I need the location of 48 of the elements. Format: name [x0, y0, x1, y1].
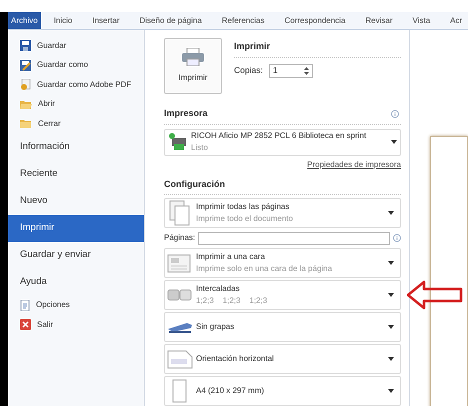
- pages-label: Páginas:: [164, 232, 196, 244]
- sidebar-command[interactable]: Opciones: [8, 296, 144, 315]
- ribbon-tab[interactable]: Inicio: [54, 12, 72, 29]
- sidebar-command[interactable]: Salir: [8, 315, 144, 334]
- print-heading: Imprimir: [234, 40, 272, 53]
- setting-subtitle: 1;2;3 1;2;3 1;2;3: [196, 295, 268, 307]
- setting-dropdown[interactable]: Intercaladas 1;2;3 1;2;3 1;2;3: [164, 280, 401, 310]
- ribbon-tab[interactable]: Vista: [412, 12, 430, 29]
- setting-dropdown[interactable]: Sin grapas: [164, 312, 401, 342]
- sidebar-section[interactable]: Ayuda: [8, 268, 144, 296]
- ribbon-tab[interactable]: Acr: [450, 12, 462, 29]
- printer-name: RICOH Aficio MP 2852 PCL 6 Biblioteca en sprint: [191, 130, 368, 142]
- printer-status: Listo: [191, 142, 209, 154]
- setting-title: Orientación horizontal: [196, 353, 275, 365]
- ribbon-tab[interactable]: Diseño de página: [140, 12, 202, 29]
- printer-properties-link[interactable]: Propiedades de impresora: [307, 158, 401, 170]
- printer-heading: Impresora: [164, 107, 208, 120]
- ribbon-tab[interactable]: Correspondencia: [284, 12, 346, 29]
- ribbon-tab[interactable]: Insertar: [92, 12, 120, 29]
- ribbon-tab[interactable]: Referencias: [222, 12, 264, 29]
- sidebar-command[interactable]: Cerrar: [8, 114, 144, 134]
- setting-dropdown[interactable]: A4 (210 x 297 mm): [164, 376, 401, 406]
- sidebar-section[interactable]: Información: [8, 134, 144, 160]
- sidebar-section[interactable]: Nuevo: [8, 188, 144, 214]
- setting-title: Imprimir todas las páginas: [196, 201, 290, 213]
- ribbon-tab[interactable]: Archivo: [8, 12, 41, 29]
- sidebar-command[interactable]: Guardar como Adobe PDF: [8, 75, 144, 94]
- copies-label: Copias:: [234, 64, 263, 77]
- setting-dropdown[interactable]: Imprimir a una cara Imprime solo en una cara de la página: [164, 248, 401, 278]
- sidebar-command[interactable]: Guardar como: [8, 56, 144, 75]
- setting-subtitle: Imprime todo el documento: [196, 213, 294, 225]
- ribbon-tab[interactable]: Revisar: [365, 12, 393, 29]
- settings-heading: Configuración: [164, 178, 226, 191]
- print-button[interactable]: Imprimir: [164, 38, 222, 94]
- setting-dropdown[interactable]: Imprimir todas las páginas Imprime todo el documento: [164, 198, 401, 228]
- setting-title: Sin grapas: [196, 321, 236, 333]
- printer-dropdown[interactable]: RICOH Aficio MP 2852 PCL 6 Biblioteca en sprint Listo: [164, 128, 401, 156]
- setting-title: Intercaladas: [196, 283, 241, 295]
- setting-subtitle: Imprime solo en una cara de la página: [196, 263, 334, 275]
- sidebar-command[interactable]: Guardar: [8, 36, 144, 56]
- sidebar-section[interactable]: Reciente: [8, 160, 144, 188]
- setting-title: Imprimir a una cara: [196, 251, 266, 263]
- setting-title: A4 (210 x 297 mm): [196, 385, 266, 397]
- sidebar-command[interactable]: Abrir: [8, 94, 144, 114]
- sidebar-section[interactable]: Guardar y enviar: [8, 242, 144, 268]
- copies-spinner[interactable]: 1: [268, 64, 313, 78]
- setting-dropdown[interactable]: Orientación horizontal: [164, 344, 401, 374]
- sidebar-section[interactable]: Imprimir: [8, 214, 144, 242]
